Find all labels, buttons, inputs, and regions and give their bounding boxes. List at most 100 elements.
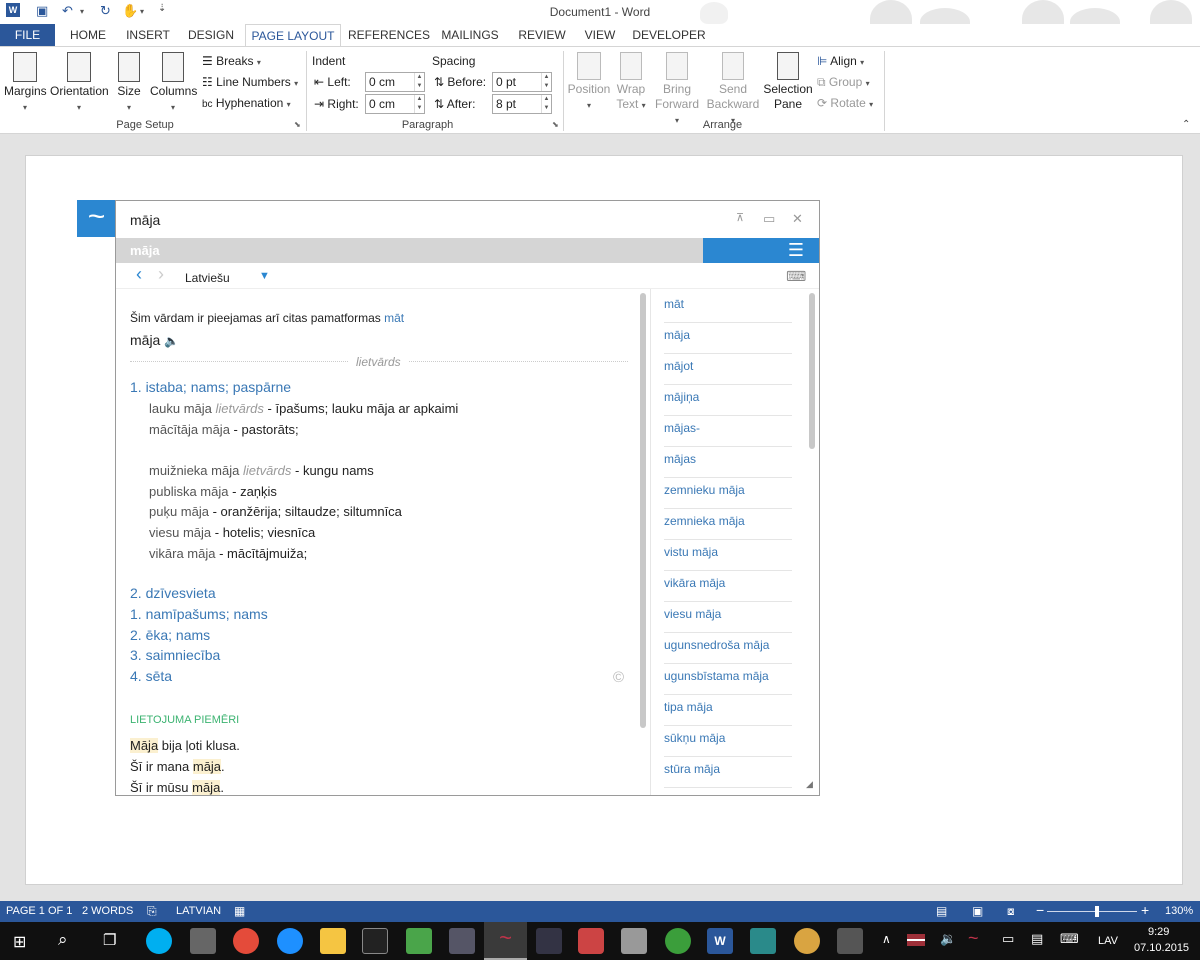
margins-button[interactable]: Margins ▾ xyxy=(4,52,47,115)
macro-icon[interactable]: ▦ xyxy=(234,904,245,918)
rotate-button[interactable]: ⟳ Rotate ▾ xyxy=(817,94,873,112)
related-word[interactable]: zemnieku māja xyxy=(664,478,792,509)
dictionary-app-icon[interactable]: ~ xyxy=(484,922,527,960)
indent-right-input[interactable]: 0 cm ▲ ▼ xyxy=(365,94,425,114)
proofing-icon[interactable]: ⎘ xyxy=(147,904,157,919)
sense-2-3[interactable]: 3. saimniecība xyxy=(130,647,220,663)
keyboard-icon[interactable]: ⌨ xyxy=(786,268,806,285)
related-word[interactable]: zemnieka māja xyxy=(664,509,792,540)
language-status[interactable]: LATVIAN xyxy=(176,905,221,917)
file-explorer-icon[interactable] xyxy=(320,928,346,954)
paint-app-icon[interactable] xyxy=(794,928,820,954)
related-scrollbar[interactable] xyxy=(809,293,815,449)
line-numbers-button[interactable]: ☷ Line Numbers ▾ xyxy=(202,73,298,91)
tab-insert[interactable]: INSERT xyxy=(122,24,174,46)
tab-home[interactable]: HOME xyxy=(62,24,114,46)
close-icon[interactable]: ✕ xyxy=(792,211,803,227)
language-select[interactable]: Latviešu xyxy=(185,271,230,285)
related-word[interactable]: mājas xyxy=(664,447,792,478)
calculator-icon[interactable] xyxy=(621,928,647,954)
dictionary-search-input[interactable]: māja xyxy=(130,212,160,228)
latvia-flag-icon[interactable] xyxy=(907,934,925,946)
selection-pane-button[interactable]: Selection Pane xyxy=(763,52,813,112)
tab-file[interactable]: FILE xyxy=(0,24,55,46)
other-forms-link[interactable]: māt xyxy=(384,311,404,325)
windows-start-icon[interactable]: ⊞ xyxy=(13,932,26,952)
sense-2-2[interactable]: 2. ēka; nams xyxy=(130,627,210,643)
zoom-slider-track[interactable] xyxy=(1047,911,1137,912)
dictionary-tray-icon[interactable]: ~ xyxy=(968,928,979,949)
tab-view[interactable]: VIEW xyxy=(578,24,622,46)
forward-arrow-icon[interactable]: › xyxy=(158,264,164,285)
entry-scrollbar[interactable] xyxy=(640,293,646,728)
related-word[interactable]: mājiņa xyxy=(664,385,792,416)
zoom-slider-thumb[interactable] xyxy=(1095,906,1099,917)
bring-forward-button[interactable]: Bring Forward ▾ xyxy=(652,52,702,128)
keyboard-tray-icon[interactable]: ⌨ xyxy=(1060,931,1079,947)
web-layout-icon[interactable]: ⧇ xyxy=(1007,904,1015,919)
wrap-text-button[interactable]: Wrap Text ▾ xyxy=(613,52,649,113)
related-word[interactable]: sūkņu māja xyxy=(664,726,792,757)
edge-icon[interactable] xyxy=(277,928,303,954)
copyright-icon[interactable]: © xyxy=(613,669,624,686)
screen-app-icon[interactable] xyxy=(190,928,216,954)
tab-design[interactable]: DESIGN xyxy=(184,24,238,46)
maximize-icon[interactable]: ▭ xyxy=(763,211,775,227)
orientation-button[interactable]: Orientation ▾ xyxy=(50,52,109,115)
tab-review[interactable]: REVIEW xyxy=(514,24,570,46)
network-tool-icon[interactable] xyxy=(449,928,475,954)
zoom-in-icon[interactable]: + xyxy=(1141,902,1149,918)
print-layout-icon[interactable]: ▣ xyxy=(972,904,983,918)
molecule-app-icon[interactable] xyxy=(750,928,776,954)
page-setup-launcher-icon[interactable]: ⬊ xyxy=(294,120,301,129)
spacing-before-input[interactable]: 0 pt ▲ ▼ xyxy=(492,72,552,92)
related-word[interactable]: viesu māja xyxy=(664,602,792,633)
photos-app-icon[interactable] xyxy=(837,928,863,954)
tab-mailings[interactable]: MAILINGS xyxy=(437,24,503,46)
sense-1[interactable]: 1. istaba; nams; paspārne xyxy=(130,379,291,395)
package-app-icon[interactable] xyxy=(578,928,604,954)
related-word[interactable]: māja xyxy=(664,323,792,354)
network-icon[interactable]: ▭ xyxy=(1002,931,1014,947)
hamburger-menu-icon[interactable]: ☰ xyxy=(703,238,819,263)
chrome-profile-icon[interactable] xyxy=(665,928,691,954)
sense-2-4[interactable]: 4. sēta xyxy=(130,668,172,684)
related-word[interactable]: ugunsbīstama māja xyxy=(664,664,792,695)
zoom-out-icon[interactable]: − xyxy=(1036,902,1044,918)
related-word[interactable]: ugunsnedroša māja xyxy=(664,633,792,664)
indent-left-input[interactable]: 0 cm ▲ ▼ xyxy=(365,72,425,92)
position-button[interactable]: Position ▾ xyxy=(567,52,611,113)
command-prompt-icon[interactable] xyxy=(362,928,388,954)
size-button[interactable]: Size ▾ xyxy=(113,52,145,115)
hacker-app-icon[interactable] xyxy=(536,928,562,954)
back-arrow-icon[interactable]: ‹ xyxy=(136,264,142,285)
align-button[interactable]: ⊫ Align ▾ xyxy=(817,52,864,70)
related-word[interactable]: tipa māja xyxy=(664,695,792,726)
spacing-after-input[interactable]: 8 pt ▲ ▼ xyxy=(492,94,552,114)
read-mode-icon[interactable]: ▤ xyxy=(936,904,947,918)
collapse-ribbon-icon[interactable]: ⌃ xyxy=(1182,119,1190,130)
paragraph-launcher-icon[interactable]: ⬊ xyxy=(552,120,559,129)
related-word[interactable]: stūra māja xyxy=(664,757,792,788)
clock-time[interactable]: 9:29 xyxy=(1148,926,1169,938)
tray-chevron-icon[interactable]: ∧ xyxy=(882,932,891,946)
volume-icon[interactable]: 🔉 xyxy=(940,931,956,947)
related-word[interactable]: māt xyxy=(664,292,792,323)
word-count[interactable]: 2 WORDS xyxy=(82,905,133,917)
speaker-icon[interactable]: 🔈 xyxy=(164,334,179,348)
sense-2[interactable]: 2. dzīvesvieta xyxy=(130,585,216,601)
resize-grip-icon[interactable]: ◢ xyxy=(806,779,813,790)
related-word[interactable]: vikāra māja xyxy=(664,571,792,602)
group-button[interactable]: ⧉ Group ▾ xyxy=(817,73,870,91)
breaks-button[interactable]: ☰ Breaks ▾ xyxy=(202,52,261,70)
related-word[interactable]: mājot xyxy=(664,354,792,385)
search-icon[interactable]: ⌕ xyxy=(58,930,68,950)
word-taskbar-icon[interactable]: W xyxy=(707,928,733,954)
hyphenation-button[interactable]: bc Hyphenation ▾ xyxy=(202,94,291,112)
tab-developer[interactable]: DEVELOPER xyxy=(632,24,706,46)
page-count[interactable]: PAGE 1 OF 1 xyxy=(6,905,72,917)
tab-references[interactable]: REFERENCES xyxy=(348,24,430,46)
task-view-icon[interactable]: ❐ xyxy=(103,931,116,949)
pin-icon[interactable]: ⊼ xyxy=(736,211,744,224)
columns-button[interactable]: Columns ▾ xyxy=(150,52,197,115)
